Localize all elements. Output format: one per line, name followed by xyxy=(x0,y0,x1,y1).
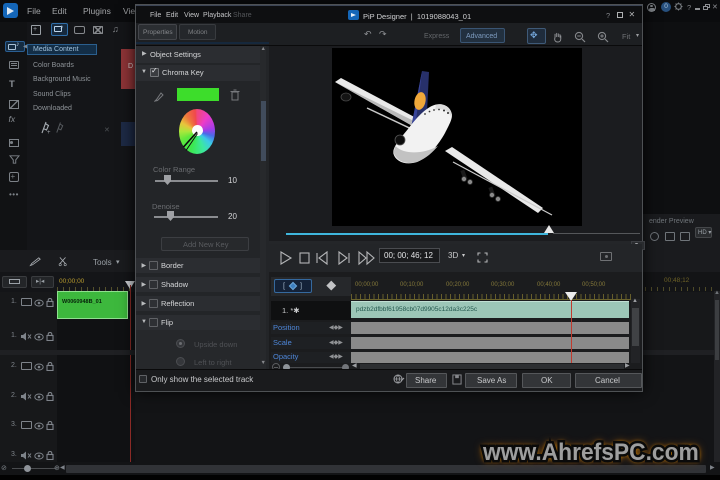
svg-text:+: + xyxy=(47,130,51,135)
